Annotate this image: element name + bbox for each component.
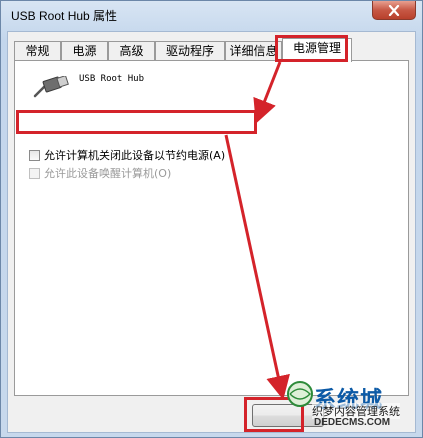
globe-logo-icon: [287, 381, 313, 407]
allow-power-off-label: 允许计算机关闭此设备以节约电源(A): [44, 149, 226, 162]
tab-label: 详细信息: [229, 44, 278, 58]
close-button[interactable]: [372, 1, 416, 20]
tab-label: 驱动程序: [165, 44, 214, 58]
close-icon: [388, 4, 400, 16]
tab-label: 高级: [119, 44, 144, 58]
highlight-box-power-tab: [275, 35, 348, 62]
watermark: 系统城 织梦内容管理系统 DEDECMS.COM: [284, 381, 423, 438]
properties-dialog-window: USB Root Hub 属性 常规 电源 高级 驱动程序 详细信息 电源管理 …: [0, 0, 423, 438]
tab-driver[interactable]: 驱动程序: [155, 41, 225, 61]
tab-general[interactable]: 常规: [14, 41, 61, 61]
usb-connector-icon: [33, 76, 69, 98]
allow-power-off-option[interactable]: 允许计算机关闭此设备以节约电源(A): [29, 147, 225, 163]
watermark-line2: DEDECMS.COM: [314, 417, 391, 428]
allow-wake-option: 允许此设备唤醒计算机(O): [29, 165, 171, 181]
tab-label: 常规: [25, 44, 50, 58]
device-name: USB Root Hub: [79, 74, 145, 84]
tab-advanced[interactable]: 高级: [108, 41, 155, 61]
title-bar[interactable]: USB Root Hub 属性: [1, 1, 422, 29]
highlight-box-checkbox: [16, 110, 257, 134]
tab-label: 电源: [72, 44, 97, 58]
allow-wake-label: 允许此设备唤醒计算机(O): [44, 167, 172, 180]
allow-power-off-checkbox[interactable]: [29, 149, 40, 161]
tab-details[interactable]: 详细信息: [225, 41, 282, 61]
window-title: USB Root Hub 属性: [11, 9, 118, 23]
dialog-body: 常规 电源 高级 驱动程序 详细信息 电源管理 USB Root Hub 允许计…: [7, 31, 416, 433]
tab-power[interactable]: 电源: [61, 41, 108, 61]
allow-wake-checkbox: [29, 167, 40, 179]
